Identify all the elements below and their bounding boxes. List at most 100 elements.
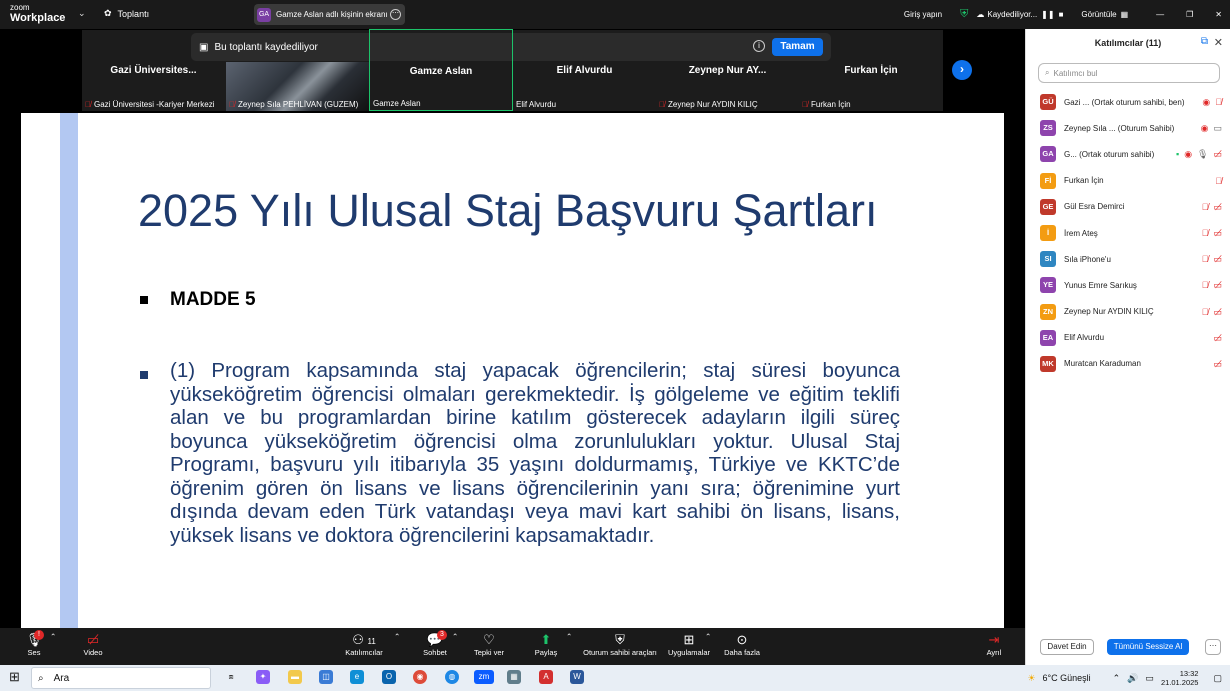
video-off-icon: ▭̸: [1213, 306, 1222, 317]
copilot-icon[interactable]: ✦: [256, 670, 270, 684]
shield-icon: ⛨: [615, 632, 625, 647]
video-tile[interactable]: 🎙̸ Zeynep Sıla PEHLİVAN (GUZEM): [226, 62, 369, 111]
task-view-icon[interactable]: ⧈: [224, 670, 238, 684]
video-tile[interactable]: Zeynep Nur AY... 🎙̸ Zeynep Nur AYDIN KILI…: [656, 62, 799, 111]
title-bar: zoom Workplace ⌄ ✿ Toplantı GA Gamze Asl…: [0, 0, 1230, 29]
network-icon[interactable]: ▭: [1145, 673, 1154, 684]
participants-button[interactable]: ⚇ 11 Katılımcılar: [342, 632, 386, 657]
restore-icon[interactable]: ❐: [1186, 10, 1193, 19]
chevron-right-icon: ›: [960, 62, 964, 76]
audio-options-caret[interactable]: ⌃: [50, 632, 56, 641]
slide-title: 2025 Yılı Ulusal Staj Başvuru Şartları: [138, 185, 878, 236]
video-off-icon: ▭̸: [1213, 227, 1222, 238]
chrome-icon[interactable]: ◉: [413, 670, 427, 684]
video-tile-active-speaker[interactable]: Gamze Aslan Gamze Aslan: [369, 29, 513, 111]
next-page-button[interactable]: ›: [952, 60, 972, 80]
chevron-up-icon[interactable]: ⌃: [1113, 673, 1121, 684]
leave-button[interactable]: ⇥ Ayrıl: [984, 632, 1004, 657]
chevron-down-icon[interactable]: ⌄: [78, 8, 86, 19]
recording-icon: ◉: [1200, 123, 1209, 134]
mic-off-icon: 🎙̸: [1215, 97, 1222, 107]
mic-off-icon: 🎙̸: [85, 100, 91, 109]
participant-row[interactable]: ZS Zeynep Sıla ... (Oturum Sahibi) ◉ ▭: [1040, 115, 1222, 141]
close-icon[interactable]: ✕: [1215, 10, 1222, 19]
video-tile[interactable]: Gazi Üniversites... 🎙̸ Gazi Üniversitesi …: [82, 62, 225, 111]
mute-all-button[interactable]: Tümünü Sessize Al: [1107, 639, 1189, 655]
cloud-icon: ☁: [976, 10, 985, 19]
sign-in-link[interactable]: Giriş yapın: [904, 10, 942, 19]
mic-off-icon: 🎙̸: [1215, 175, 1222, 186]
pause-recording-icon[interactable]: ❚❚: [1041, 10, 1054, 19]
recording-icon: ◉: [1184, 149, 1193, 160]
share-button[interactable]: ⬆ Paylaş: [532, 632, 560, 657]
invite-button[interactable]: Davet Edin: [1040, 639, 1094, 655]
taskbar-search-input[interactable]: ⌕ Ara: [31, 667, 211, 689]
zoom-taskbar-icon[interactable]: zm: [474, 670, 494, 684]
store-icon[interactable]: ◫: [319, 670, 333, 684]
react-button[interactable]: ♡ Tepki ver: [472, 632, 506, 657]
video-icon: ▭: [1213, 123, 1222, 134]
word-icon[interactable]: W: [570, 670, 584, 684]
browser-icon[interactable]: ◍: [445, 670, 459, 684]
weather-text[interactable]: 6°C Güneşli: [1043, 673, 1091, 683]
participant-row[interactable]: GE Gül Esra Demirci 🎙̸ ▭̸: [1040, 194, 1222, 220]
clock[interactable]: 13:32 21.01.2025: [1161, 669, 1199, 687]
chat-button[interactable]: 💬 Sohbet 3: [420, 630, 450, 657]
video-button[interactable]: ▭̸ Video: [80, 632, 106, 657]
share-screen-icon: ⬆: [540, 632, 552, 647]
notification-icon[interactable]: ▢: [1213, 673, 1222, 684]
meeting-menu[interactable]: ✿ Toplantı: [104, 8, 149, 19]
participant-row[interactable]: YE Yunus Emre Sarıkuş 🎙̸ ▭̸: [1040, 272, 1222, 298]
more-button[interactable]: ⊙ Daha fazla: [722, 632, 762, 657]
volume-icon[interactable]: 🔊: [1127, 673, 1138, 684]
audio-alert-badge: !: [34, 630, 44, 640]
close-panel-icon[interactable]: ✕: [1214, 36, 1223, 49]
avatar: SI: [1040, 251, 1056, 268]
participant-search-input[interactable]: ⌕ Katılımcı bul: [1038, 63, 1220, 83]
shield-icon: ⛨: [960, 8, 969, 20]
participant-row[interactable]: EA Elif Alvurdu ▭̸: [1040, 325, 1222, 351]
more-options-button[interactable]: ⋯: [1205, 639, 1221, 655]
mic-off-icon: 🎙̸: [802, 100, 808, 109]
video-off-icon: ▭̸: [1213, 280, 1222, 291]
apps-caret[interactable]: ⌃: [705, 632, 711, 641]
pop-out-icon[interactable]: ⧉: [1201, 36, 1208, 47]
info-icon[interactable]: i: [753, 40, 765, 52]
avatar: GÜ: [1040, 94, 1056, 111]
mic-off-icon: 🎙̸: [1201, 201, 1209, 212]
calculator-icon[interactable]: ▦: [507, 670, 521, 684]
acrobat-icon[interactable]: A: [539, 670, 553, 684]
video-tile[interactable]: Furkan İçin 🎙̸ Furkan İçin: [799, 62, 943, 111]
minimize-icon[interactable]: —: [1156, 10, 1164, 19]
windows-start-icon[interactable]: ⊞: [9, 669, 20, 685]
participant-row[interactable]: İ İrem Ateş 🎙̸ ▭̸: [1040, 220, 1222, 246]
avatar: GA: [1040, 146, 1056, 163]
participant-row[interactable]: Fİ Furkan İçin 🎙̸: [1040, 168, 1222, 194]
chat-caret[interactable]: ⌃: [452, 632, 458, 641]
outlook-icon[interactable]: O: [382, 670, 396, 684]
avatar: ZN: [1040, 303, 1056, 320]
mic-off-icon: 🎙̸: [1201, 306, 1209, 317]
screen-share-indicator[interactable]: GA Gamze Aslan adlı kişinin ekranı ⋯: [254, 4, 405, 25]
chat-badge: 3: [437, 630, 447, 640]
edge-icon[interactable]: e: [350, 670, 364, 684]
video-off-icon: ▭̸: [1213, 254, 1222, 265]
host-tools-button[interactable]: ⛨ Oturum sahibi araçları: [580, 632, 660, 657]
video-off-icon: ▭̸: [86, 632, 100, 647]
meeting-controls: 🎙 Ses ! ⌃ ▭̸ Video ⚇ 11 Katılımcılar ⌃ 💬…: [0, 628, 1025, 665]
more-options-icon[interactable]: ⋯: [390, 9, 401, 20]
participants-caret[interactable]: ⌃: [394, 632, 400, 641]
stop-recording-icon[interactable]: ■: [1059, 10, 1064, 19]
participant-row[interactable]: GA G... (Ortak oturum sahibi) ▪ ◉ 🎙 ▭̸: [1040, 141, 1222, 167]
video-tile[interactable]: Elif Alvurdu Elif Alvurdu: [513, 62, 656, 111]
participant-row[interactable]: GÜ Gazi ... (Ortak oturum sahibi, ben) ◉…: [1040, 89, 1222, 115]
participant-row[interactable]: MK Muratcan Karaduman ▭̸: [1040, 351, 1222, 377]
audio-button[interactable]: 🎙 Ses !: [22, 630, 46, 657]
view-button[interactable]: Görüntüle: [1081, 10, 1116, 19]
ok-button[interactable]: Tamam: [772, 38, 823, 56]
file-explorer-icon[interactable]: ▬: [288, 670, 302, 684]
participant-row[interactable]: SI Sıla iPhone'u 🎙̸ ▭̸: [1040, 246, 1222, 272]
avatar: İ: [1040, 225, 1056, 242]
share-caret[interactable]: ⌃: [566, 632, 572, 641]
participant-row[interactable]: ZN Zeynep Nur AYDIN KILIÇ 🎙̸ ▭̸: [1040, 299, 1222, 325]
